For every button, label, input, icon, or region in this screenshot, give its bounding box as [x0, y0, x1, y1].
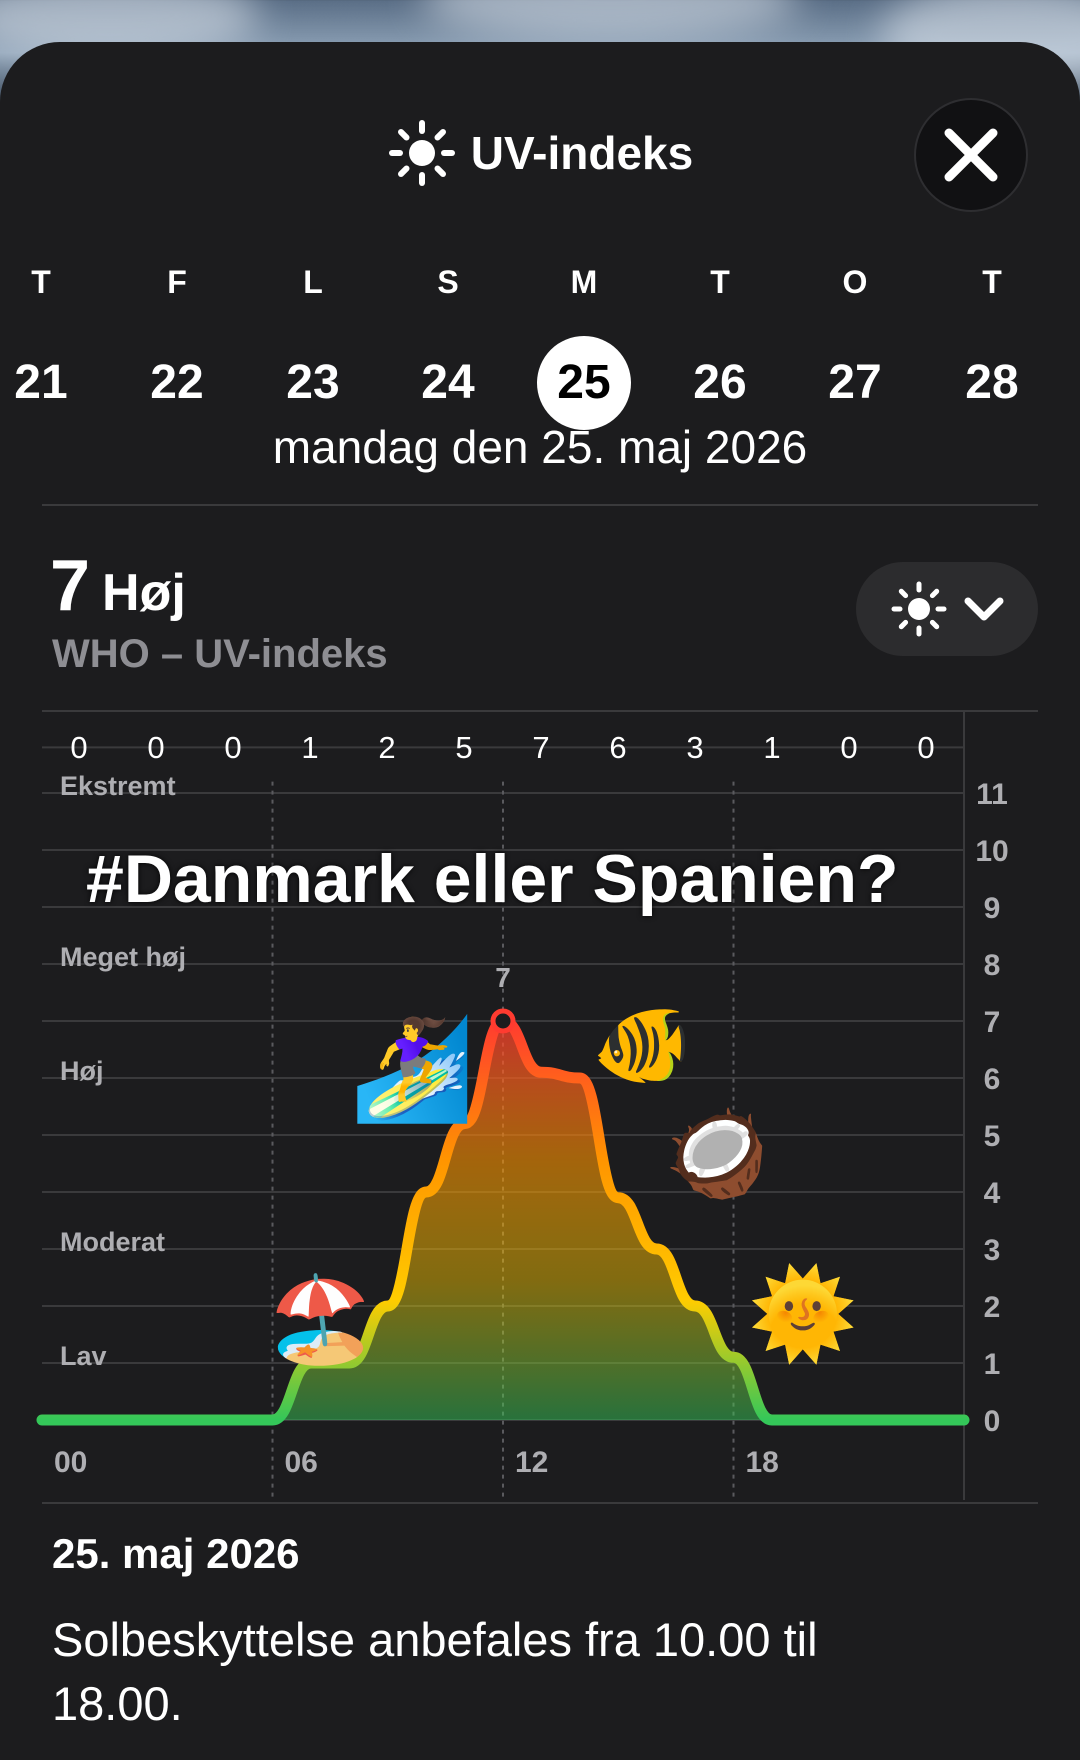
uv-category: Høj	[102, 564, 186, 622]
y-tick-label: 8	[984, 949, 1001, 982]
sun-icon	[388, 120, 455, 186]
band-label: Moderat	[60, 1227, 165, 1257]
peak-label: 7	[495, 962, 511, 993]
day-number: 23	[286, 356, 340, 409]
band-label: Ekstremt	[60, 771, 176, 801]
day-letter: O	[842, 264, 868, 300]
y-tick-label: 5	[984, 1120, 1001, 1153]
day-number: 28	[965, 356, 1019, 409]
y-tick-label: 1	[984, 1348, 1001, 1381]
day-letter: L	[303, 264, 323, 300]
chevron-down-icon	[964, 597, 1004, 621]
day-letter: F	[167, 264, 187, 300]
sun-icon	[891, 581, 947, 637]
day-0[interactable]: T 21	[0, 262, 96, 430]
day-letter: M	[570, 264, 598, 300]
footer-date: 25. maj 2026	[52, 1530, 300, 1577]
day-number: 22	[150, 356, 204, 409]
hourly-uv-label: 6	[609, 730, 626, 765]
title-text: UV-indeks	[470, 127, 694, 179]
hourly-uv-label: 7	[532, 730, 549, 765]
hourly-uv-label: 0	[917, 730, 934, 765]
day-number: 26	[693, 356, 747, 409]
uv-value: 7	[50, 546, 91, 626]
day-letter: T	[982, 264, 1002, 300]
day-number: 24	[421, 356, 475, 409]
day-7[interactable]: T 28	[937, 262, 1047, 430]
peak-marker	[490, 1008, 516, 1034]
layer-menu-button[interactable]	[856, 562, 1038, 656]
day-letter: T	[710, 264, 730, 300]
hourly-uv-label: 0	[70, 730, 87, 765]
band-label: Lav	[60, 1341, 107, 1371]
hourly-uv-label: 2	[378, 730, 395, 765]
y-tick-label: 9	[984, 892, 1001, 925]
hourly-uv-label: 5	[455, 730, 472, 765]
day-1[interactable]: F 22	[122, 262, 232, 430]
day-2[interactable]: L 23	[258, 262, 368, 430]
header: UV-indeks	[0, 98, 1080, 212]
divider	[42, 504, 1038, 506]
x-tick-label: 00	[54, 1446, 87, 1479]
y-tick-label: 4	[984, 1177, 1001, 1210]
day-4[interactable]: M 25	[529, 262, 639, 430]
hourly-uv-label: 0	[224, 730, 241, 765]
current-uv: 7 Høj	[50, 545, 186, 627]
day-6[interactable]: O 27	[800, 262, 910, 430]
y-tick-label: 3	[984, 1234, 1001, 1267]
y-tick-label: 0	[984, 1405, 1001, 1438]
selected-date: mandag den 25. maj 2026	[272, 421, 808, 473]
uv-chart-svg: EkstremtMeget højHøjModeratLav0 0 0 1 2 5 7 6 3 1…	[36, 710, 1009, 1500]
hourly-uv-label: 3	[686, 730, 703, 765]
uv-chart: Ekstremt Meget høj Høj Moderat Lav 0 0 0 1 2 5 7 6 3 1…	[0, 710, 1080, 1510]
close-button[interactable]	[914, 98, 1028, 212]
day-number: 21	[14, 356, 68, 409]
x-tick-label: 18	[746, 1446, 779, 1479]
band-label: Høj	[60, 1056, 104, 1086]
fish-sticker: 🐠	[592, 998, 692, 1091]
band-label: Meget høj	[60, 942, 186, 972]
hourly-uv-label: 1	[301, 730, 318, 765]
close-icon	[944, 128, 998, 182]
y-tick-label: 7	[984, 1006, 1001, 1039]
day-5[interactable]: T 26	[665, 262, 775, 430]
y-tick-label: 11	[976, 778, 1008, 811]
x-tick-label: 06	[285, 1446, 318, 1479]
day-letter: S	[437, 264, 459, 300]
y-tick-label: 10	[975, 835, 1008, 868]
day-3[interactable]: S 24	[393, 262, 503, 430]
hourly-uv-label: 0	[840, 730, 857, 765]
surfer-sticker: 🏄‍♀️	[350, 1010, 475, 1127]
y-tick-label: 6	[984, 1063, 1001, 1096]
overlay-hashtag-text: #Danmark eller Spanien?	[86, 841, 899, 917]
x-tick-label: 12	[515, 1446, 548, 1479]
day-number: 25	[537, 336, 631, 430]
sun-face-sticker: 🌞	[748, 1262, 858, 1365]
day-letter: T	[31, 264, 51, 300]
day-number: 27	[828, 356, 882, 409]
scale-name: WHO – UV-indeks	[52, 632, 388, 676]
hourly-uv-label: 0	[147, 730, 164, 765]
protection-advice: Solbeskyttelse anbefales fra 10.00 til 1…	[52, 1613, 818, 1730]
coconut-sticker: 🥥	[664, 1104, 769, 1202]
y-tick-label: 2	[984, 1291, 1001, 1324]
beach-sticker: 🏖️	[268, 1270, 373, 1368]
hourly-uv-label: 1	[763, 730, 780, 765]
divider	[42, 1502, 1038, 1504]
